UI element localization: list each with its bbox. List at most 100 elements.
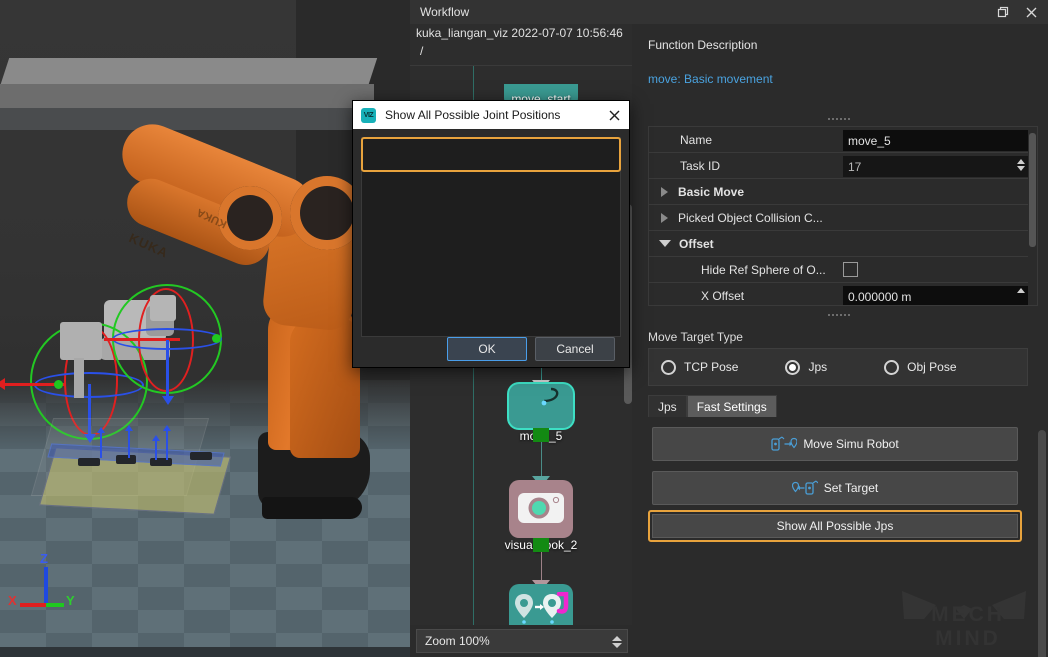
zoom-value-label: Zoom 100% [425,634,490,648]
scene-beam-shadow [0,108,376,130]
dialog-title-label: Show All Possible Joint Positions [385,108,561,122]
radio-tcp-pose[interactable]: TCP Pose [661,359,739,375]
gizmo-axis-x-arrow [0,378,5,390]
button-label: Set Target [823,481,879,495]
scene-beam-face [0,84,374,110]
property-row-hide-ref-sphere[interactable]: Hide Ref Sphere of O... [649,257,1037,283]
property-table-scrollbar-thumb[interactable] [1029,133,1036,247]
function-description-text: move: Basic movement [648,72,773,86]
properties-scrollbar-thumb[interactable] [1038,430,1046,657]
x-offset-field[interactable]: 0.000000 m [843,286,1029,305]
radio-label: Obj Pose [907,360,957,374]
node-link [541,442,542,480]
button-label: Show All Possible Jps [776,519,894,533]
tab-fast-settings[interactable]: Fast Settings [686,395,777,417]
joint-positions-selection-highlight [361,137,621,172]
close-icon[interactable] [603,104,625,126]
relative-move-icon [515,592,569,624]
property-row-task-id[interactable]: Task ID 17 [649,153,1037,179]
axis-indicator: Z X Y [8,551,88,615]
close-window-icon[interactable] [1018,0,1044,24]
property-group-basic-move[interactable]: Basic Move [649,179,1037,205]
move-target-type-label: Move Target Type [648,330,743,344]
move-simu-robot-button[interactable]: Move Simu Robot [652,427,1018,461]
node-port-out[interactable] [533,428,549,442]
workflow-project-timestamp: 2022-07-07 10:56:46 [511,26,623,40]
gizmo2-handle-green[interactable] [212,334,221,343]
gizmo2-axis-z-arrow [162,396,174,405]
restore-window-icon[interactable] [990,0,1016,24]
panel-grip-top[interactable] [828,116,850,122]
gizmo2-axis-z[interactable] [166,340,169,402]
property-table[interactable]: Name move_5 Task ID 17 Basic Move Picked… [648,126,1038,306]
workflow-node-visual-look-2[interactable]: visual_look_2 [505,480,577,552]
property-key: Basic Move [678,184,745,199]
scene-normal-arrow [97,427,105,458]
axis-y-label: Y [66,593,75,608]
property-group-picked-object-collision[interactable]: Picked Object Collision C... [649,205,1037,231]
zoom-spinner[interactable] [609,632,625,652]
workflow-node-move-5[interactable]: move_5 [509,384,573,443]
function-description-title: Function Description [648,38,758,52]
axis-y-line [46,603,64,607]
chevron-right-icon[interactable] [661,212,668,223]
property-group-offset[interactable]: Offset [649,231,1037,257]
chevron-up-icon[interactable] [1017,159,1025,164]
zoom-stepper[interactable]: Zoom 100% [416,629,628,653]
move-node-icon [541,387,559,406]
dock-titlebar: Workflow [410,0,1048,24]
set-target-button[interactable]: Set Target [652,471,1018,505]
property-key: Task ID [680,158,721,173]
panel-grip-bottom[interactable] [828,312,850,318]
node-port-out[interactable] [533,538,549,552]
camera-icon [518,493,564,523]
chevron-up-icon[interactable] [612,636,622,641]
robot-column-inner [290,318,360,458]
3d-simulation-viewport[interactable]: KUKA KUKA Z X Y [0,0,410,657]
viewport-bottom-edge [0,647,410,657]
transform-gizmo-right[interactable] [104,284,246,410]
robot-base-foot [262,497,362,519]
property-row-x-offset[interactable]: X Offset 0.000000 m [649,283,1037,305]
radio-label: TCP Pose [684,360,739,374]
property-key: X Offset [701,289,745,303]
cancel-button[interactable]: Cancel [535,337,615,361]
tab-jps[interactable]: Jps [648,395,687,417]
target-to-robot-icon [791,480,818,495]
scene-part [116,455,136,464]
restore-glyph [997,6,1009,18]
scene-normal-arrow [163,425,171,460]
window-controls [990,0,1044,24]
task-id-field[interactable]: 17 [843,156,1029,177]
show-all-possible-jps-button[interactable]: Show All Possible Jps [652,514,1018,538]
workflow-node-relative-move-5[interactable]: relative_move_5 [509,584,573,625]
chevron-right-icon[interactable] [661,186,668,197]
chevron-up-icon[interactable] [1017,288,1025,293]
robot-to-target-icon [771,436,798,451]
show-all-possible-joint-positions-dialog[interactable]: VIZ Show All Possible Joint Positions 0.… [352,100,630,368]
scene-camera-mount-b [150,295,176,321]
axis-z-label: Z [40,551,48,566]
app-icon: VIZ [361,107,376,123]
hide-ref-sphere-checkbox[interactable] [843,262,858,277]
chevron-down-icon[interactable] [1017,166,1025,171]
chevron-down-icon[interactable] [659,240,671,247]
jps-tabbar[interactable]: Jps Fast Settings [648,395,777,417]
move-target-type-radio-group[interactable]: TCP Pose Jps Obj Pose [648,348,1028,386]
radio-jps[interactable]: Jps [785,359,827,375]
workflow-status-bar: Zoom 100% [410,625,632,657]
radio-button[interactable] [884,359,900,375]
property-row-name[interactable]: Name move_5 [649,127,1037,153]
scene-camera-mount-a [60,322,102,360]
radio-button[interactable] [661,359,676,375]
chevron-down-icon[interactable] [612,643,622,648]
name-field[interactable]: move_5 [843,130,1029,151]
radio-button[interactable] [785,359,801,375]
properties-panel: Function Description move: Basic movemen… [638,24,1048,657]
workflow-project-name: kuka_liangan_viz [416,26,509,40]
scene-part [150,458,172,466]
dock-title-label: Workflow [420,5,470,19]
radio-obj-pose[interactable]: Obj Pose [884,359,957,375]
ok-button[interactable]: OK [447,337,527,361]
gizmo-handle-green[interactable] [54,380,63,389]
